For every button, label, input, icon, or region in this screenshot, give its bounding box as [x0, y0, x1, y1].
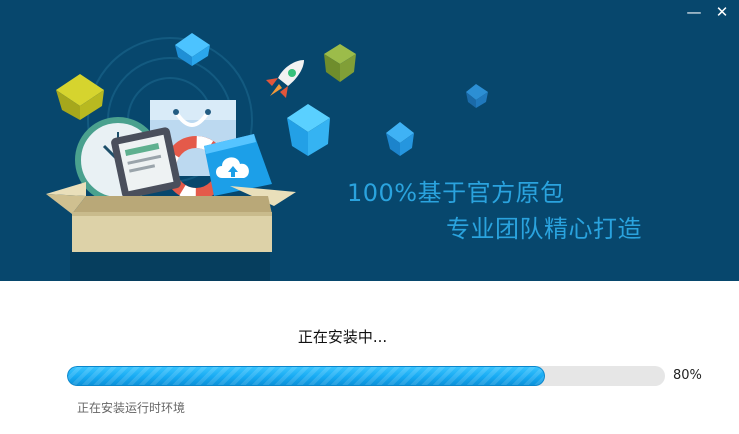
- install-detail-text: 正在安装运行时环境: [77, 401, 186, 415]
- installer-window: — ✕ 100%基于官方原包 专业团队精心打造 正在安装中... 80% 正在安…: [0, 0, 739, 434]
- progress-bar-fill: [67, 366, 546, 386]
- slogan-line-2: 专业团队精心打造: [446, 215, 642, 243]
- minimize-button[interactable]: —: [683, 2, 705, 22]
- tablet-icon: [111, 127, 181, 199]
- install-progress-bar: [67, 366, 665, 386]
- banner: — ✕ 100%基于官方原包 专业团队精心打造: [0, 0, 739, 281]
- cube-icon: [287, 104, 330, 156]
- box-shadow: [70, 250, 270, 281]
- slogan-line-1: 100%基于官方原包: [347, 179, 565, 207]
- cube-icon: [386, 122, 414, 156]
- close-button[interactable]: ✕: [711, 2, 733, 22]
- install-status-text: 正在安装中...: [297, 328, 388, 346]
- cube-icon: [466, 84, 488, 108]
- open-box-icon: [46, 182, 296, 252]
- progress-percent-label: 80%: [673, 368, 702, 383]
- cube-icon: [324, 44, 356, 82]
- rocket-icon: [266, 60, 304, 98]
